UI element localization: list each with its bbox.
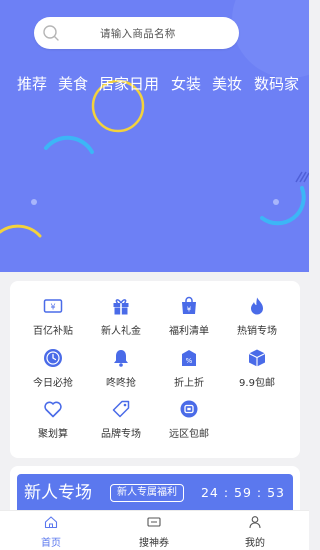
hero-banner: 请输入商品名称 推荐 美食 居家日用 女装 美妆 数码家	[0, 0, 309, 272]
heart-icon	[44, 401, 62, 418]
grid-label: 热销专场	[237, 326, 277, 337]
tab-home-goods[interactable]: 居家日用	[99, 73, 159, 95]
tab-coupon-search[interactable]: 搜神券	[124, 511, 184, 550]
stripes-decoration	[295, 171, 309, 183]
grid-item-brand[interactable]: 品牌专场	[85, 399, 157, 445]
grid-item-must-grab[interactable]: 今日必抢	[17, 348, 89, 394]
tab-recommend[interactable]: 推荐	[17, 73, 47, 95]
package-icon	[248, 349, 266, 367]
grid-item-subsidy[interactable]: ¥ 百亿补贴	[17, 296, 89, 342]
svg-text:¥: ¥	[187, 306, 192, 314]
countdown-timer: 24 : 59 : 53	[200, 485, 285, 500]
grid-item-juhuasuan[interactable]: 聚划算	[17, 399, 89, 445]
yellow-arc-decoration	[0, 224, 42, 238]
tab-digital[interactable]: 数码家	[254, 73, 299, 95]
user-icon	[249, 516, 261, 529]
grid-item-extra-discount[interactable]: % 折上折	[153, 348, 225, 394]
grid-label: 新人礼金	[101, 326, 141, 337]
grid-label: 今日必抢	[33, 378, 73, 389]
grid-item-dongdong[interactable]: 咚咚抢	[85, 348, 157, 394]
tag-icon	[112, 400, 130, 418]
home-icon	[44, 516, 58, 529]
discount-tag-icon: %	[182, 350, 196, 366]
category-grid: ¥ 百亿补贴 新人礼金 ¥ 福利清单 热销专场 今日必抢 咚咚抢 % 折上折 9…	[10, 281, 300, 458]
blue-arc-decoration	[44, 135, 94, 154]
large-circle-decoration	[232, 0, 309, 78]
grid-item-free-shipping[interactable]: 9.9包邮	[221, 348, 293, 394]
grid-label: 折上折	[174, 378, 204, 389]
tab-womens-wear[interactable]: 女装	[171, 73, 201, 95]
blue-arc-decoration-2	[260, 186, 306, 226]
grid-label: 咚咚抢	[106, 378, 136, 389]
tab-profile-label: 我的	[245, 538, 265, 549]
grid-label: 远区包邮	[169, 429, 209, 440]
grid-item-hot-sale[interactable]: 热销专场	[221, 296, 293, 342]
dot-decoration-2	[273, 199, 279, 205]
search-placeholder: 请输入商品名称	[100, 28, 176, 40]
grid-item-welfare-list[interactable]: ¥ 福利清单	[153, 296, 225, 342]
gift-icon	[113, 299, 129, 315]
tab-home[interactable]: 首页	[21, 511, 81, 550]
search-input[interactable]: 请输入商品名称	[34, 17, 239, 49]
ticket-icon: ¥	[43, 299, 63, 313]
flame-icon	[251, 297, 263, 315]
bell-icon	[114, 350, 128, 367]
bottom-tab-bar: 首页 搜神券 我的	[0, 510, 309, 550]
tab-home-label: 首页	[41, 538, 61, 549]
ticket-search-icon	[147, 517, 161, 527]
tab-profile[interactable]: 我的	[225, 511, 285, 550]
tab-beauty[interactable]: 美妆	[212, 73, 242, 95]
coupon-icon	[180, 400, 198, 418]
grid-label: 福利清单	[169, 326, 209, 337]
grid-label: 百亿补贴	[33, 326, 73, 337]
new-user-badge[interactable]: 新人专属福利	[110, 484, 184, 502]
search-icon	[43, 25, 59, 41]
tab-food[interactable]: 美食	[58, 73, 88, 95]
grid-label: 聚划算	[38, 429, 68, 440]
new-user-title: 新人专场	[24, 483, 92, 503]
grid-label: 品牌专场	[101, 429, 141, 440]
grid-item-remote-shipping[interactable]: 远区包邮	[153, 399, 225, 445]
grid-item-new-gift[interactable]: 新人礼金	[85, 296, 157, 342]
dot-decoration	[31, 199, 37, 205]
tab-coupon-search-label: 搜神券	[139, 538, 169, 549]
svg-text:%: %	[186, 357, 193, 365]
svg-text:¥: ¥	[50, 303, 55, 312]
clock-icon	[44, 349, 62, 367]
bag-icon: ¥	[182, 296, 196, 314]
grid-label: 9.9包邮	[239, 378, 275, 389]
category-tabs: 推荐 美食 居家日用 女装 美妆 数码家	[17, 73, 309, 97]
